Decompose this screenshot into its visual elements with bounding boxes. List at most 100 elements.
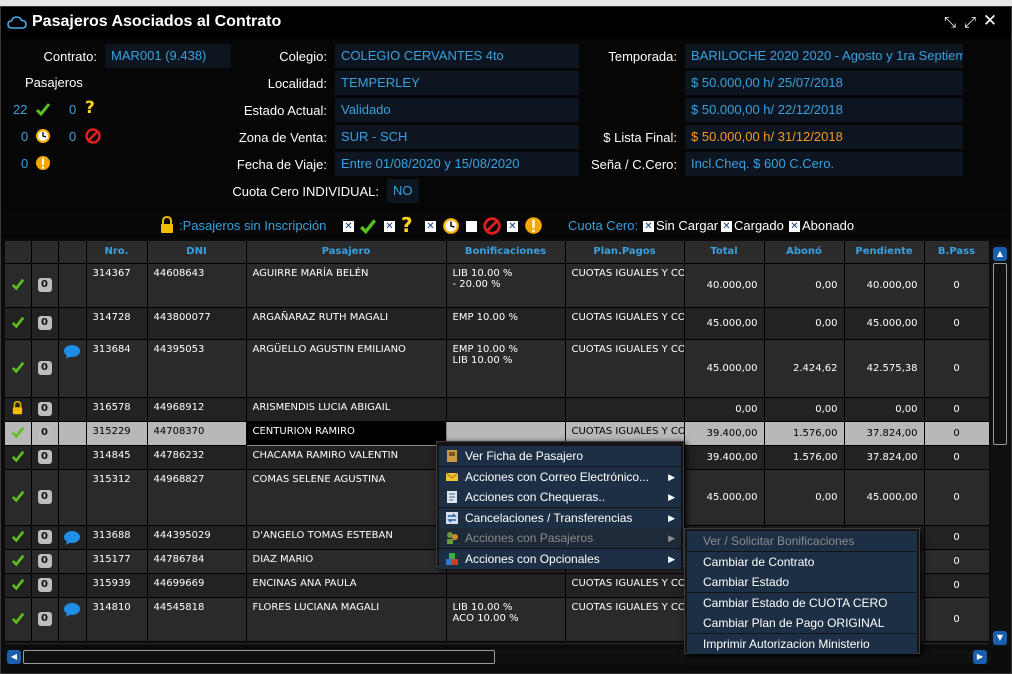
scroll-right-icon[interactable]: ▶ [973, 650, 987, 664]
cuota-cero-value: NO [387, 179, 419, 203]
col-bpass[interactable]: B.Pass [924, 241, 989, 264]
pasajero-cell[interactable]: COMAS SELENE AGUSTINA [246, 469, 447, 526]
row-status-cell [5, 421, 32, 446]
pendiente-cell: 37.824,00 [844, 421, 925, 446]
row-badge-cell: 0 [31, 263, 59, 308]
row-status-cell [5, 549, 32, 574]
dni-cell: 44545818 [147, 597, 247, 642]
col-bonificaciones[interactable]: Bonificaciones [446, 241, 566, 264]
cuota-cero-badge[interactable]: 0 [37, 361, 52, 375]
sin-cargar-toggle[interactable]: ✕ [643, 221, 654, 232]
submenu-item[interactable]: Cambiar Estado de CUOTA CERO [687, 592, 917, 613]
pasajero-cell[interactable]: AGUIRRE MARÍA BELÉN [246, 263, 447, 308]
col-abono[interactable]: Abonó [764, 241, 845, 264]
expand-icon[interactable]: ⤢ [961, 13, 979, 31]
status-legend: :Pasajeros sin Inscripción ✕ ✕ ? ✕ ✕ Cuo… [1, 211, 1011, 239]
sin-inscripcion-label: :Pasajeros sin Inscripción [179, 218, 327, 233]
bpass-cell: 0 [924, 469, 989, 526]
cuota-cero-badge[interactable]: 0 [37, 554, 52, 568]
nro-cell: 314367 [86, 263, 148, 308]
table-header-row: Nro. DNI Pasajero Bonificaciones Plan.Pa… [5, 241, 989, 264]
table-row[interactable]: 0 316578 44968912 ARISMENDIS LUCIA ABIGAIL 0… [5, 397, 989, 422]
pendiente-cell: 45.000,00 [844, 469, 925, 526]
comment-icon[interactable] [63, 530, 81, 546]
abonado-toggle[interactable]: ✕ [789, 221, 800, 232]
vertical-scrollbar[interactable]: ▲ ▼ [991, 245, 1009, 647]
col-nro[interactable]: Nro. [86, 241, 148, 264]
col-dni[interactable]: DNI [147, 241, 247, 264]
filter-clock-toggle[interactable]: ✕ [425, 221, 436, 232]
passengers-icon [447, 532, 458, 544]
cuota-cero-badge[interactable]: 0 [37, 612, 52, 626]
scroll-left-icon[interactable]: ◀ [7, 650, 21, 664]
sena-value: Incl.Cheq. $ 600 C.Cero. [685, 152, 963, 176]
pasajero-cell[interactable]: ENCINAS ANA PAULA [246, 573, 447, 598]
context-menu-item[interactable]: Acciones con Correo Electrónico... ▶ [439, 466, 681, 487]
context-menu-item[interactable]: Ver Ficha de Pasajero [439, 446, 681, 466]
scroll-up-icon[interactable]: ▲ [993, 247, 1007, 261]
abono-cell: 0,00 [764, 263, 845, 308]
bpass-cell: 0 [924, 549, 989, 574]
bonificaciones-cell: EMP 10.00 % LIB 10.00 % [446, 339, 566, 398]
row-badge-cell: 0 [31, 549, 59, 574]
pasajero-cell[interactable]: ARISMENDIS LUCIA ABIGAIL [246, 397, 447, 422]
col-badge[interactable] [31, 241, 59, 264]
collapse-icon[interactable]: ⤡ [941, 13, 959, 31]
row-status-cell [5, 397, 32, 422]
options-icon [446, 552, 458, 565]
pasajero-cell[interactable]: DIAZ MARIO [246, 549, 447, 574]
context-menu-item[interactable]: Acciones con Chequeras.. ▶ [439, 487, 681, 507]
context-menu-label: Acciones con Correo Electrónico... [465, 469, 650, 484]
pasajero-cell[interactable]: ARGAÑARAZ RUTH MAGALI [246, 307, 447, 340]
pasajero-cell[interactable]: D'ANGELO TOMAS ESTEBAN [246, 525, 447, 550]
submenu-item[interactable]: Cambiar de Contrato [687, 551, 917, 572]
pasajero-cell[interactable]: FLORES LUCIANA MAGALI [246, 597, 447, 642]
cuota-cero-badge[interactable]: 0 [37, 450, 52, 464]
zona-value: SUR - SCH [335, 125, 579, 149]
table-row[interactable]: 0 314728 443800077 ARGAÑARAZ RUTH MAGALI EMP… [5, 307, 989, 340]
filter-check-toggle[interactable]: ✕ [343, 221, 354, 232]
close-icon[interactable]: ✕ [981, 11, 999, 31]
comment-icon[interactable] [63, 344, 81, 360]
pasajeros-blocked-count: 0 [69, 129, 77, 144]
cargado-toggle[interactable]: ✕ [721, 221, 732, 232]
pasajero-cell[interactable]: ARGÜELLO AGUSTIN EMILIANO [246, 339, 447, 398]
vertical-scroll-thumb[interactable] [993, 263, 1007, 445]
col-plan-pagos[interactable]: Plan.Pagos [565, 241, 685, 264]
col-comment[interactable] [58, 241, 87, 264]
table-row[interactable]: 0 314367 44608643 AGUIRRE MARÍA BELÉN LIB 10… [5, 263, 989, 308]
horizontal-scroll-thumb[interactable] [23, 650, 495, 664]
cuota-cero-badge[interactable]: 0 [37, 402, 52, 416]
scroll-down-icon[interactable]: ▼ [993, 631, 1007, 645]
bonificacion-line: EMP 10.00 % [452, 311, 518, 323]
col-pendiente[interactable]: Pendiente [844, 241, 925, 264]
pasajero-cell[interactable]: CHACAMA RAMIRO VALENTIN [246, 445, 447, 470]
abono-cell: 1.576,00 [764, 445, 845, 470]
pasajero-cell[interactable]: CENTURION RAMIRO [245, 420, 447, 446]
filter-warning-toggle[interactable]: ✕ [507, 221, 518, 232]
submenu-item[interactable]: Imprimir Autorizacion Ministerio [687, 633, 917, 654]
context-menu-item[interactable]: Acciones con Opcionales ▶ [439, 548, 681, 569]
col-pasajero[interactable]: Pasajero [246, 241, 447, 264]
cuota-cero-badge[interactable]: 0 [37, 316, 52, 330]
warning-icon [525, 217, 542, 234]
colegio-value: COLEGIO CERVANTES 4to [335, 44, 579, 68]
submenu-item[interactable]: Cambiar Plan de Pago ORIGINAL [687, 613, 917, 633]
cuota-cero-badge[interactable]: 0 [37, 530, 52, 544]
cuota-cero-badge[interactable]: 0 [37, 578, 52, 592]
context-menu-item[interactable]: Cancelaciones / Transferencias ▶ [439, 507, 681, 528]
col-total[interactable]: Total [684, 241, 765, 264]
table-row[interactable]: 0 313684 44395053 ARGÜELLO AGUSTIN EMILIANO… [5, 339, 989, 398]
col-status[interactable] [5, 241, 32, 264]
filter-forbidden-toggle[interactable] [466, 221, 477, 232]
cuota-cero-badge[interactable]: 0 [37, 490, 52, 504]
cuota-cero-badge[interactable]: 0 [37, 426, 52, 440]
submenu-item[interactable]: Cambiar Estado [687, 572, 917, 592]
row-status-cell [5, 307, 32, 340]
row-badge-cell: 0 [31, 421, 59, 446]
nro-cell: 316578 [86, 397, 148, 422]
comment-icon[interactable] [63, 602, 81, 618]
cuota-cero-badge[interactable]: 0 [37, 278, 52, 292]
total-cell: 45.000,00 [684, 469, 765, 526]
filter-question-toggle[interactable]: ✕ [384, 221, 395, 232]
